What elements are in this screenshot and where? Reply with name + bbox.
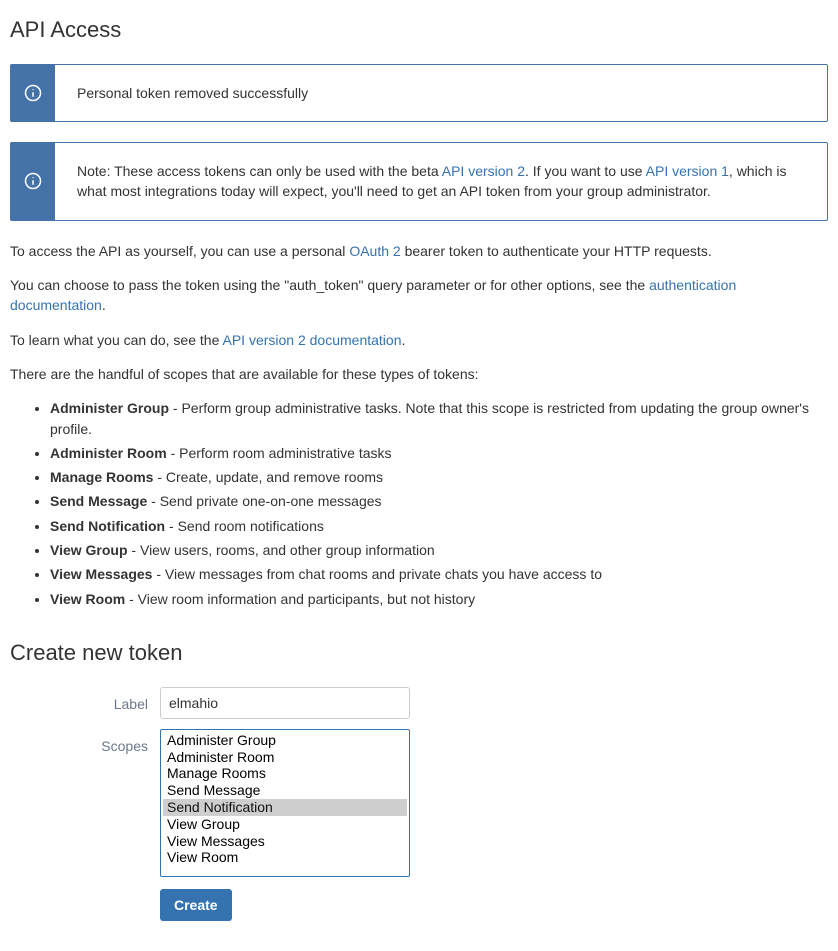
info-icon xyxy=(11,65,55,121)
scope-option[interactable]: Administer Room xyxy=(163,749,407,766)
scope-item: View Group - View users, rooms, and othe… xyxy=(50,540,828,560)
link-api-v2[interactable]: API version 2 xyxy=(442,163,525,179)
create-button[interactable]: Create xyxy=(160,889,232,921)
scope-item: Send Notification - Send room notificati… xyxy=(50,516,828,536)
scope-item-name: View Messages xyxy=(50,566,152,582)
scope-item-name: View Room xyxy=(50,591,125,607)
scope-item-name: View Group xyxy=(50,542,128,558)
form-row-scopes: Scopes Administer GroupAdminister RoomMa… xyxy=(10,729,828,879)
scope-item-name: Manage Rooms xyxy=(50,469,153,485)
alert-success-text: Personal token removed successfully xyxy=(55,65,326,121)
scope-item: Manage Rooms - Create, update, and remov… xyxy=(50,467,828,487)
scope-item: Send Message - Send private one-on-one m… xyxy=(50,491,828,511)
scope-item: View Messages - View messages from chat … xyxy=(50,564,828,584)
scope-item-desc: - View messages from chat rooms and priv… xyxy=(152,566,602,582)
form-row-label: Label xyxy=(10,687,828,719)
link-api-v1[interactable]: API version 1 xyxy=(646,163,729,179)
scope-item-desc: - Perform room administrative tasks xyxy=(167,445,392,461)
intro-p2-b: . xyxy=(102,297,106,313)
scope-item-name: Send Notification xyxy=(50,518,165,534)
intro-p3: To learn what you can do, see the API ve… xyxy=(10,330,828,350)
intro-p1-b: bearer token to authenticate your HTTP r… xyxy=(401,243,712,259)
intro-p1: To access the API as yourself, you can u… xyxy=(10,241,828,261)
scope-item-name: Administer Room xyxy=(50,445,167,461)
link-api-v2-docs[interactable]: API version 2 documentation xyxy=(222,332,401,348)
intro-p2-a: You can choose to pass the token using t… xyxy=(10,277,649,293)
scope-item-name: Send Message xyxy=(50,493,147,509)
alert-note-mid1: . If you want to use xyxy=(525,163,646,179)
scope-item: Administer Room - Perform room administr… xyxy=(50,443,828,463)
scope-option[interactable]: Manage Rooms xyxy=(163,765,407,782)
scope-item: Administer Group - Perform group adminis… xyxy=(50,398,828,439)
alert-success: Personal token removed successfully xyxy=(10,64,828,122)
alert-note-text: Note: These access tokens can only be us… xyxy=(55,143,827,220)
form-row-submit: Create xyxy=(10,889,828,921)
scopes-field-label: Scopes xyxy=(10,729,160,756)
scope-option[interactable]: Send Message xyxy=(163,782,407,799)
alert-note-prefix: Note: These access tokens can only be us… xyxy=(77,163,442,179)
scope-option[interactable]: View Messages xyxy=(163,833,407,850)
scope-option[interactable]: Send Notification xyxy=(163,799,407,816)
scope-option[interactable]: View Room xyxy=(163,849,407,866)
intro-p3-a: To learn what you can do, see the xyxy=(10,332,222,348)
create-token-heading: Create new token xyxy=(10,637,828,669)
intro-p1-a: To access the API as yourself, you can u… xyxy=(10,243,349,259)
scope-option[interactable]: Administer Group xyxy=(163,732,407,749)
scope-item-desc: - Send room notifications xyxy=(165,518,324,534)
scope-item-desc: - Create, update, and remove rooms xyxy=(153,469,383,485)
page-title: API Access xyxy=(10,14,828,46)
scope-option[interactable]: View Group xyxy=(163,816,407,833)
scope-item-desc: - View room information and participants… xyxy=(125,591,475,607)
scope-item: View Room - View room information and pa… xyxy=(50,589,828,609)
alert-note: Note: These access tokens can only be us… xyxy=(10,142,828,221)
label-field-label: Label xyxy=(10,687,160,714)
link-oauth2[interactable]: OAuth 2 xyxy=(349,243,400,259)
intro-p3-b: . xyxy=(401,332,405,348)
intro-p2: You can choose to pass the token using t… xyxy=(10,275,828,316)
scopes-select[interactable]: Administer GroupAdminister RoomManage Ro… xyxy=(160,729,410,877)
label-input[interactable] xyxy=(160,687,410,719)
info-icon xyxy=(11,143,55,220)
scope-item-name: Administer Group xyxy=(50,400,169,416)
scope-item-desc: - Send private one-on-one messages xyxy=(147,493,381,509)
scopes-list: Administer Group - Perform group adminis… xyxy=(10,398,828,609)
intro-p4: There are the handful of scopes that are… xyxy=(10,364,828,384)
scope-item-desc: - View users, rooms, and other group inf… xyxy=(128,542,435,558)
